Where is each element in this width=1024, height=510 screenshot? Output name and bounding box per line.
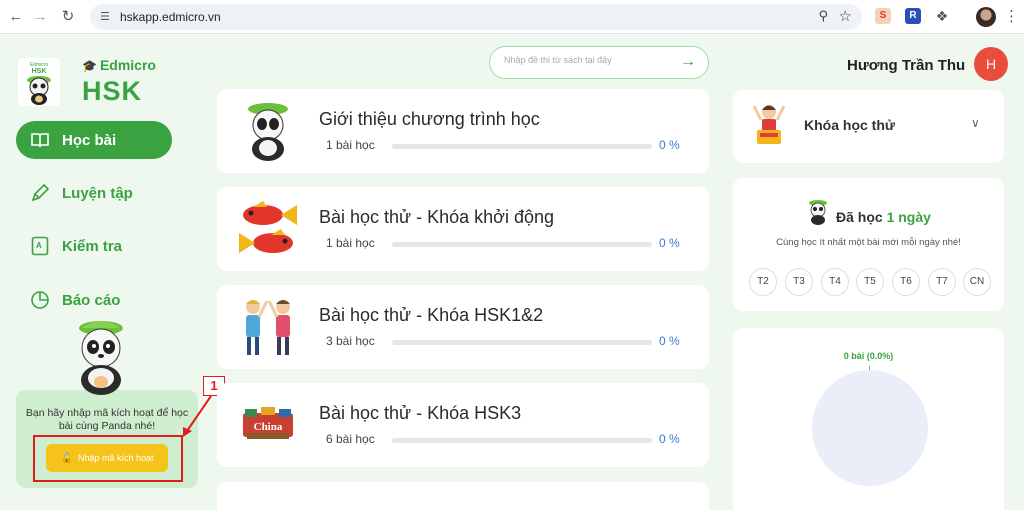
extension-icon[interactable]: S [875, 8, 891, 24]
sidebar-item-hoc-bai[interactable]: Học bài [16, 121, 172, 159]
child-trophy-icon [752, 105, 786, 144]
course-lesson-count: 1 bài học [326, 236, 375, 250]
weekday-pill: T6 [892, 268, 920, 296]
red-fish-thumbnail-icon [239, 201, 297, 253]
annotation-highlight-box [33, 435, 183, 482]
weekday-pill: T7 [928, 268, 956, 296]
book-open-icon [30, 130, 50, 150]
product-name: HSK [82, 76, 143, 106]
streak-hint: Cùng học ít nhất một bài mới mỗi ngày nh… [776, 237, 961, 248]
extensions-puzzle-icon[interactable]: ❖ [934, 8, 950, 24]
progress-pie-chart [812, 370, 928, 486]
forward-icon[interactable]: → [30, 7, 50, 27]
profile-avatar[interactable] [976, 7, 996, 27]
china-collage-thumbnail-icon: China [243, 407, 293, 439]
course-lesson-count: 3 bài học [326, 334, 375, 348]
course-card[interactable] [217, 482, 709, 510]
course-progress-bar [392, 438, 652, 443]
course-percent: 0 % [659, 432, 680, 446]
address-bar[interactable]: ☰ hskapp.edmicro.vn ⚲ ☆ [90, 4, 862, 30]
activation-message: Bạn hãy nhập mã kích hoạt để học bài cùn… [25, 407, 189, 432]
svg-text:China: China [254, 421, 283, 433]
user-name[interactable]: Hương Trần Thu [847, 57, 965, 74]
sidebar-item-kiem-tra[interactable]: A Kiểm tra [16, 227, 172, 265]
chevron-down-icon[interactable]: ∨ [971, 116, 980, 130]
course-progress-bar [392, 242, 652, 247]
bookmark-star-icon[interactable]: ☆ [839, 7, 852, 25]
course-card[interactable]: Giới thiệu chương trình học 1 bài học 0 … [217, 89, 709, 173]
streak-title: Đã học 1 ngày [836, 209, 931, 225]
brand-name: 🎓 Edmicro [82, 57, 156, 73]
course-title: Bài học thử - Khóa HSK1&2 [319, 305, 544, 325]
course-card[interactable]: Bài học thử - Khóa khởi động 1 bài học 0… [217, 187, 709, 271]
search-input[interactable] [504, 55, 674, 65]
svg-text:A: A [36, 241, 42, 250]
streak-prefix: Đã học [836, 209, 883, 225]
reload-icon[interactable]: ↻ [58, 7, 78, 27]
pie-chart-icon [30, 290, 50, 310]
course-progress-bar [392, 340, 652, 345]
course-card[interactable]: China Bài học thử - Khóa HSK3 6 bài học … [217, 383, 709, 467]
sidebar-item-bao-cao[interactable]: Báo cáo [16, 281, 172, 319]
back-icon[interactable]: ← [6, 7, 26, 27]
site-info-icon[interactable]: ☰ [100, 10, 114, 24]
course-lesson-count: 6 bài học [326, 432, 375, 446]
stats-label: 0 bài (0.0%) [843, 351, 894, 361]
browser-toolbar: ← → ↻ ☰ hskapp.edmicro.vn ⚲ ☆ S R ❖ ⋮ [0, 0, 1024, 34]
brand-label: Edmicro [99, 57, 156, 73]
sidebar-item-luyen-tap[interactable]: Luyện tập [16, 174, 172, 212]
url-text[interactable]: hskapp.edmicro.vn [120, 10, 221, 24]
sidebar-item-label: Học bài [62, 131, 117, 149]
course-percent: 0 % [659, 236, 680, 250]
extension-icon[interactable]: R [905, 8, 921, 24]
course-selector-label: Khóa học thử [804, 117, 896, 133]
course-title: Giới thiệu chương trình học [319, 109, 540, 129]
weekday-pill: T3 [785, 268, 813, 296]
weekday-pill: CN [963, 268, 991, 296]
svg-text:HSK: HSK [32, 68, 47, 75]
course-selector-dropdown[interactable]: Khóa học thử ∨ [733, 90, 1004, 163]
course-percent: 0 % [659, 138, 680, 152]
arrow-right-icon[interactable]: → [680, 54, 696, 70]
streak-days: 1 ngày [886, 209, 931, 225]
course-title: Bài học thử - Khóa khởi động [319, 207, 554, 227]
streak-card: Đã học 1 ngày Cùng học ít nhất một bài m… [733, 178, 1004, 311]
high-five-thumbnail-icon [246, 300, 290, 355]
user-avatar[interactable]: H [974, 47, 1008, 81]
course-lesson-count: 1 bài học [326, 138, 375, 152]
course-title: Bài học thử - Khóa HSK3 [319, 403, 522, 423]
graduation-cap-icon: 🎓 [82, 59, 97, 73]
panda-thumbnail-icon [248, 103, 288, 161]
pencil-icon [30, 183, 50, 203]
course-progress-bar [392, 144, 652, 149]
exam-icon: A [30, 236, 50, 256]
course-card[interactable]: Bài học thử - Khóa HSK1&2 3 bài học 0 % [217, 285, 709, 369]
sidebar-item-label: Kiểm tra [62, 237, 123, 255]
search-bar[interactable]: → [489, 46, 709, 79]
progress-stats-card: 0 bài (0.0%) [733, 328, 1004, 510]
sidebar-item-label: Báo cáo [62, 291, 121, 309]
course-percent: 0 % [659, 334, 680, 348]
panda-logo-icon: Edmicro HSK [18, 58, 60, 106]
panda-mascot-icon [79, 321, 123, 395]
weekday-pill: T2 [749, 268, 777, 296]
weekday-pill: T5 [856, 268, 884, 296]
sidebar-item-label: Luyện tập [62, 184, 133, 202]
zoom-icon[interactable]: ⚲ [818, 8, 828, 24]
browser-menu-icon[interactable]: ⋮ [1004, 7, 1019, 27]
weekday-pill: T4 [821, 268, 849, 296]
panda-streak-icon [809, 200, 827, 225]
